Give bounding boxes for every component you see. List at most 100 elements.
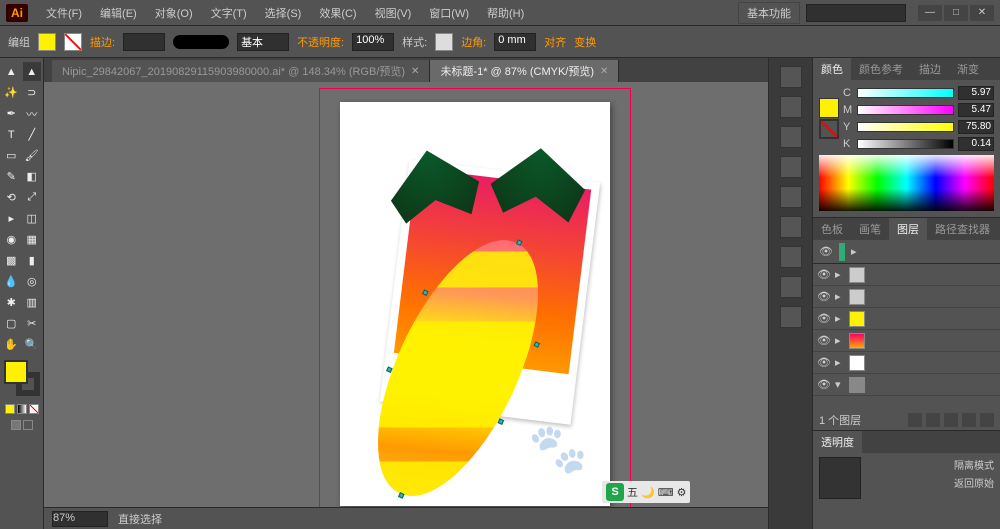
layer-row[interactable]: 👁▾	[813, 374, 1000, 396]
transform-label[interactable]: 变换	[574, 34, 596, 50]
magic-wand-tool[interactable]: ✨	[2, 83, 21, 102]
eyedropper-tool[interactable]: 💧	[2, 272, 21, 291]
tab-color[interactable]: 颜色	[813, 58, 851, 80]
screen-full-button[interactable]	[23, 420, 33, 430]
direct-selection-tool[interactable]: ▲	[23, 62, 42, 81]
graph-tool[interactable]: ▥	[23, 293, 42, 312]
pen-tool[interactable]: ✒	[2, 104, 21, 123]
expand-icon[interactable]: ▾	[835, 378, 845, 391]
layer-row[interactable]: 👁▸	[813, 264, 1000, 286]
blend-tool[interactable]: ◎	[23, 272, 42, 291]
menu-window[interactable]: 窗口(W)	[421, 2, 477, 24]
stroke-swatch[interactable]	[64, 33, 82, 51]
visibility-icon[interactable]: 👁	[817, 378, 831, 392]
new-sublayer-button[interactable]	[944, 413, 958, 427]
ime-keyboard-icon[interactable]: ⌨	[658, 486, 674, 499]
close-tab-icon[interactable]: ✕	[411, 66, 419, 77]
tab-transparency[interactable]: 透明度	[813, 431, 862, 453]
anchor-point-icon[interactable]	[398, 492, 405, 499]
anchor-point-icon[interactable]	[516, 239, 523, 246]
stroke-profile-select[interactable]	[173, 35, 229, 49]
gradient-tool[interactable]: ▮	[23, 251, 42, 270]
free-transform-tool[interactable]: ◫	[23, 209, 42, 228]
layer-header[interactable]: 👁 ▸	[813, 240, 1000, 264]
panel-fill-swatch[interactable]	[819, 98, 839, 118]
back-original-label[interactable]: 返回原始	[954, 475, 994, 490]
isolate-mode-label[interactable]: 隔离模式	[954, 457, 994, 472]
minimize-button[interactable]: —	[918, 5, 942, 21]
menu-view[interactable]: 视图(V)	[367, 2, 420, 24]
canvas[interactable]: 🐾 S 五 🌙 ⌨ ⚙	[44, 82, 768, 507]
document-tab-active[interactable]: 未标题-1* @ 87% (CMYK/预览) ✕	[430, 60, 619, 82]
rectangle-tool[interactable]: ▭	[2, 146, 21, 165]
tab-color-guide[interactable]: 颜色参考	[851, 58, 911, 80]
layer-row[interactable]: 👁▸	[813, 308, 1000, 330]
visibility-icon[interactable]: 👁	[817, 290, 831, 304]
anchor-point-icon[interactable]	[497, 419, 504, 426]
k-value-input[interactable]: 0.14	[958, 137, 994, 151]
none-mode-button[interactable]	[29, 404, 39, 414]
opacity-input[interactable]: 100%	[352, 33, 394, 51]
visibility-icon[interactable]: 👁	[817, 356, 831, 370]
fill-stroke-indicator[interactable]	[4, 360, 40, 396]
align-label[interactable]: 对齐	[544, 34, 566, 50]
expand-icon[interactable]: ▸	[835, 334, 845, 347]
menu-file[interactable]: 文件(F)	[38, 2, 90, 24]
dock-symbols-icon[interactable]	[780, 156, 802, 178]
scale-tool[interactable]: ⤢	[23, 188, 42, 207]
search-input[interactable]	[806, 4, 906, 22]
panel-stroke-swatch[interactable]	[819, 119, 839, 139]
shape-builder-tool[interactable]: ◉	[2, 230, 21, 249]
c-value-input[interactable]: 5.97	[958, 86, 994, 100]
width-tool[interactable]: ▸	[2, 209, 21, 228]
menu-edit[interactable]: 编辑(E)	[92, 2, 145, 24]
expand-icon[interactable]: ▸	[835, 356, 845, 369]
zoom-select[interactable]: 87%	[52, 511, 108, 527]
screen-normal-button[interactable]	[11, 420, 21, 430]
slice-tool[interactable]: ✂	[23, 314, 42, 333]
stroke-weight-input[interactable]	[123, 33, 165, 51]
menu-object[interactable]: 对象(O)	[147, 2, 201, 24]
rotate-tool[interactable]: ⟲	[2, 188, 21, 207]
paintbrush-tool[interactable]: 🖌	[23, 146, 42, 165]
anchor-point-icon[interactable]	[422, 289, 429, 296]
tab-swatches[interactable]: 色板	[813, 218, 851, 240]
brush-select[interactable]: 基本	[237, 33, 289, 51]
visibility-icon[interactable]: 👁	[817, 334, 831, 348]
m-slider[interactable]	[857, 105, 954, 115]
zoom-tool[interactable]: 🔍	[23, 335, 42, 354]
expand-icon[interactable]: ▸	[835, 268, 845, 281]
close-tab-icon[interactable]: ✕	[600, 66, 608, 77]
visibility-icon[interactable]: 👁	[819, 245, 833, 259]
k-slider[interactable]	[857, 139, 954, 149]
lasso-tool[interactable]: ⊃	[23, 83, 42, 102]
m-value-input[interactable]: 5.47	[958, 103, 994, 117]
menu-type[interactable]: 文字(T)	[203, 2, 255, 24]
gradient-mode-button[interactable]	[17, 404, 27, 414]
line-tool[interactable]: ╱	[23, 125, 42, 144]
color-mode-button[interactable]	[5, 404, 15, 414]
perspective-tool[interactable]: ▦	[23, 230, 42, 249]
symbol-sprayer-tool[interactable]: ✱	[2, 293, 21, 312]
y-slider[interactable]	[857, 122, 954, 132]
new-layer-button[interactable]	[962, 413, 976, 427]
expand-icon[interactable]: ▸	[851, 245, 861, 258]
delete-layer-button[interactable]	[980, 413, 994, 427]
pencil-tool[interactable]: ✎	[2, 167, 21, 186]
maximize-button[interactable]: □	[944, 5, 968, 21]
layer-row[interactable]: 👁▸	[813, 330, 1000, 352]
tab-pathfinder[interactable]: 路径查找器	[927, 218, 998, 240]
hand-tool[interactable]: ✋	[2, 335, 21, 354]
tab-stroke[interactable]: 描边	[911, 58, 949, 80]
ime-settings-icon[interactable]: ⚙	[677, 486, 687, 499]
expand-icon[interactable]: ▸	[835, 290, 845, 303]
dock-appearance-icon[interactable]	[780, 276, 802, 298]
visibility-icon[interactable]: 👁	[817, 268, 831, 282]
layer-row[interactable]: 👁▸	[813, 352, 1000, 374]
corner-input[interactable]: 0 mm	[494, 33, 536, 51]
type-tool[interactable]: T	[2, 125, 21, 144]
workspace-switcher[interactable]: 基本功能	[738, 2, 800, 24]
menu-select[interactable]: 选择(S)	[257, 2, 310, 24]
tab-gradient[interactable]: 渐变	[949, 58, 987, 80]
layer-row[interactable]: 👁▸	[813, 286, 1000, 308]
